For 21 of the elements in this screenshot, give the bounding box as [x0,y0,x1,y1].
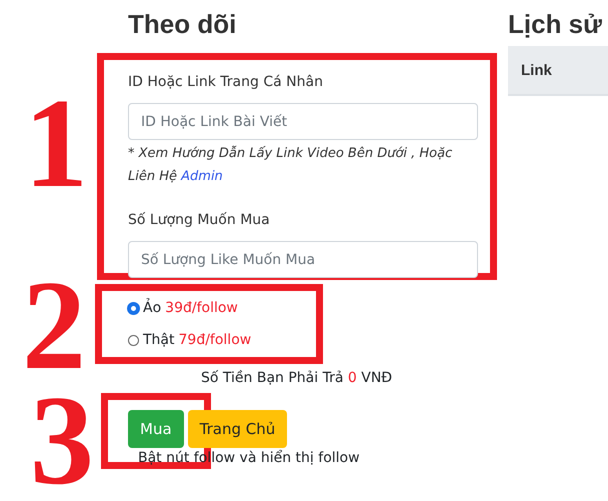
admin-link[interactable]: Admin [181,169,223,184]
total-text: Số Tiền Bạn Phải Trả 0 VNĐ [201,370,394,386]
hint-text: * Xem Hướng Dẫn Lấy Link Video Bên Dưới , Hoặc Liên Hệ Admin [128,144,454,186]
option-label: Thật [143,332,174,348]
radio-button[interactable] [128,334,139,346]
table-header-cell-text: Link [520,62,552,78]
annotation-number: 2 [22,270,86,380]
input-field[interactable]: ID Hoặc Link Bài Viết [128,103,478,140]
option-price: 79đ/follow [178,332,252,348]
section-title: Lịch sử [508,8,603,41]
input-field[interactable]: Số Lượng Like Muốn Mua [128,241,478,278]
action-button[interactable]: Trang Chủ [188,410,288,448]
field-label: ID Hoặc Link Trang Cá Nhân [128,73,324,92]
radio-button[interactable] [128,302,139,314]
field-label: Số Lượng Muốn Mua [128,211,271,230]
annotation-number: 3 [30,385,94,495]
action-button[interactable]: Mua [128,410,184,448]
section-title: Theo dõi [128,8,238,41]
annotation-number: 1 [24,88,88,198]
option-price: 39đ/follow [165,300,238,316]
option-label: Ảo [143,300,162,316]
